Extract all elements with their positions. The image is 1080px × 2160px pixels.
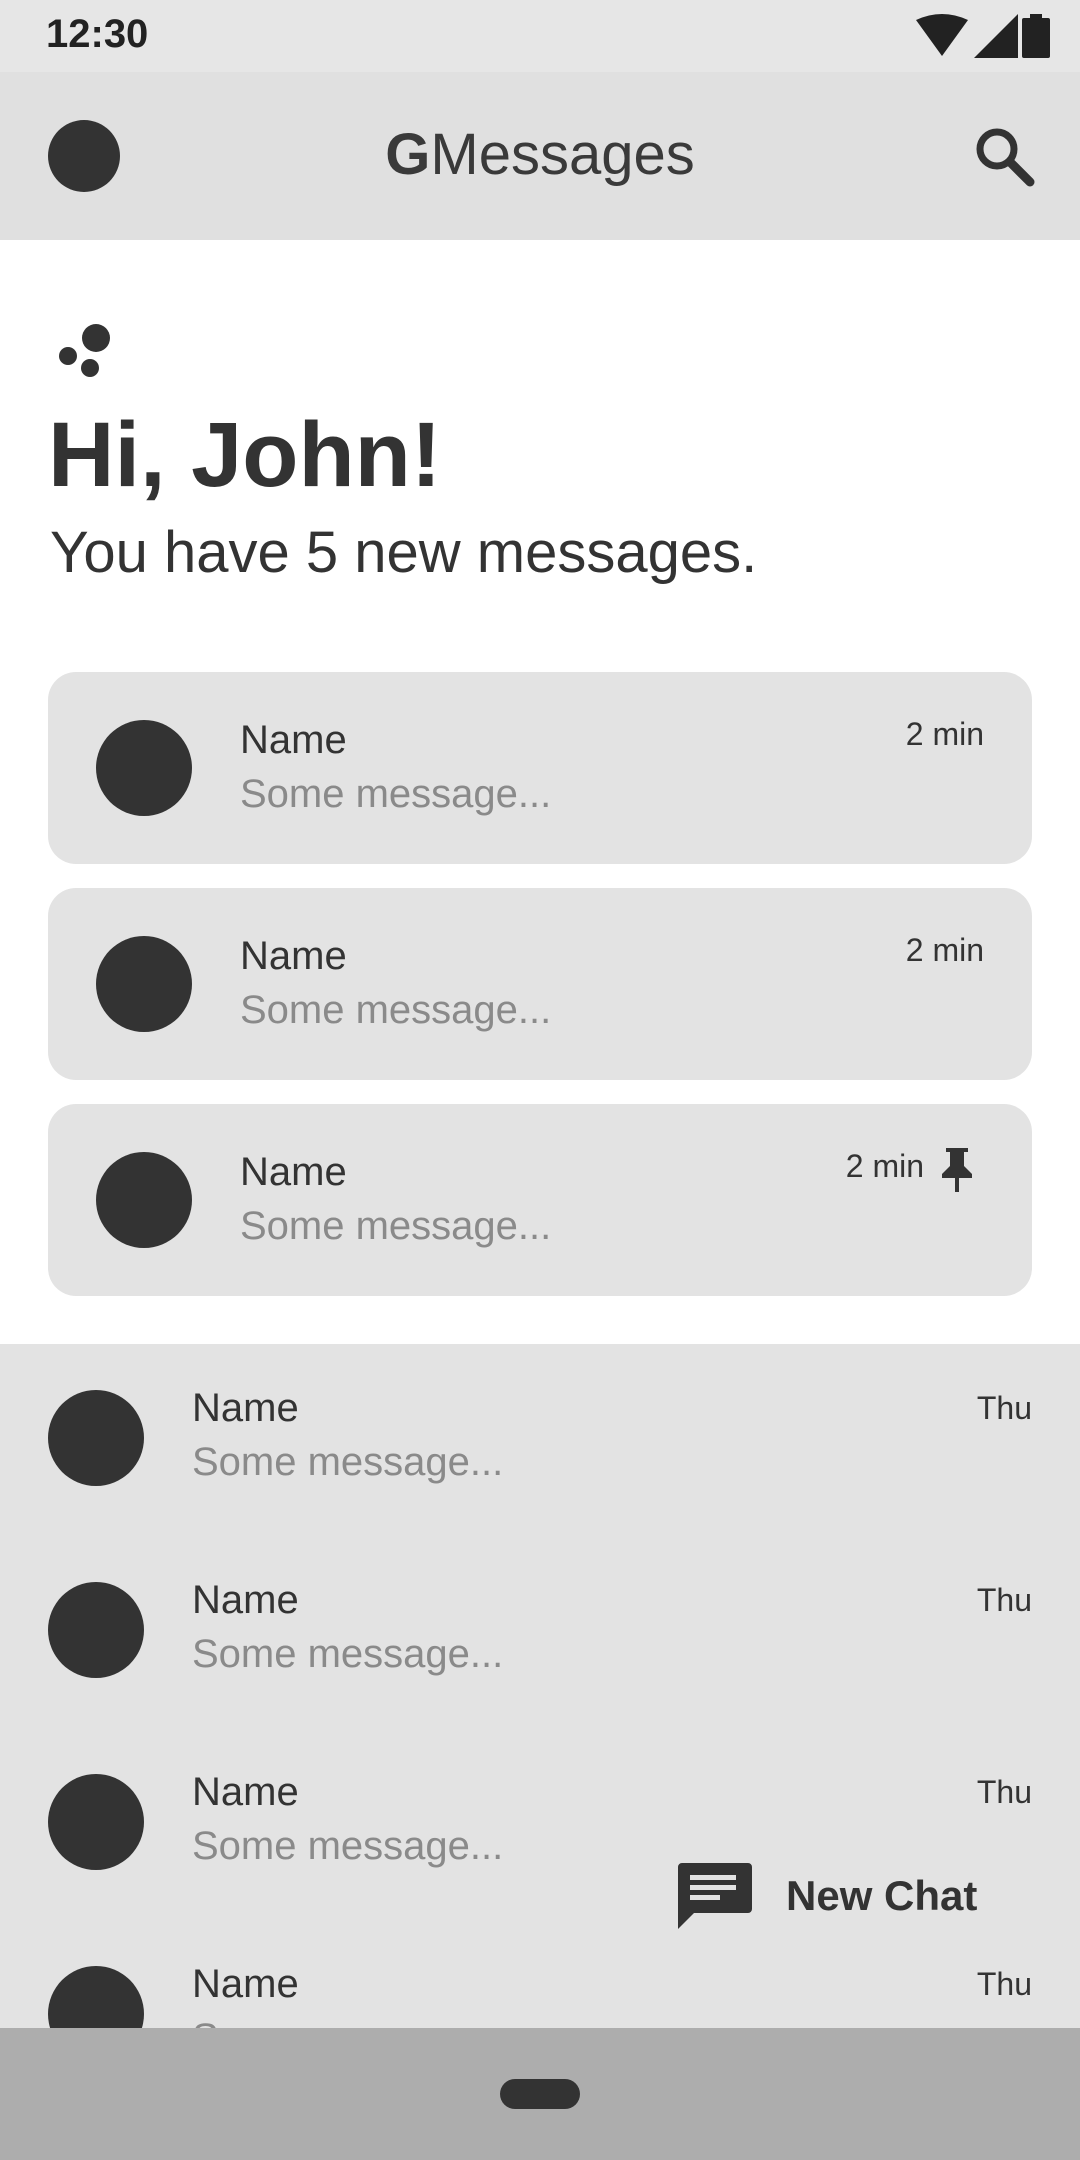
- avatar: [96, 720, 192, 816]
- contact-name: Name: [192, 1578, 299, 1622]
- app-logo-g: G: [385, 122, 431, 187]
- message-card[interactable]: Name Some message... 2 min: [48, 1104, 1032, 1296]
- message-time: Thu: [976, 1966, 1032, 2002]
- avatar: [96, 1152, 192, 1248]
- avatar: [48, 1582, 144, 1678]
- hero-section: Hi, John! You have 5 new messages. Name …: [0, 240, 1080, 1344]
- avatar: [48, 1390, 144, 1486]
- message-preview: Some message...: [240, 772, 552, 816]
- avatar: [96, 936, 192, 1032]
- list-item[interactable]: Name Some message... Thu: [0, 1344, 1080, 1536]
- avatar: [48, 1774, 144, 1870]
- message-time: Thu: [976, 1774, 1032, 1810]
- list-item[interactable]: Name Some message... Thu: [0, 1536, 1080, 1728]
- avatar: [48, 1966, 144, 2028]
- pin-icon: [942, 1148, 972, 1192]
- contact-name: Name: [192, 1770, 299, 1814]
- new-chat-button[interactable]: New Chat: [660, 1840, 1020, 1952]
- greeting-heading: Hi, John!: [48, 404, 442, 506]
- message-preview: Some message...: [240, 1204, 552, 1248]
- wifi-icon: [916, 14, 968, 56]
- contact-name: Name: [192, 1962, 299, 2006]
- message-time: 2 min: [905, 716, 984, 752]
- contact-name: Name: [240, 1150, 347, 1194]
- chat-icon: [678, 1863, 752, 1929]
- new-messages-subtitle: You have 5 new messages.: [50, 520, 758, 585]
- message-preview: Some message...: [192, 1824, 504, 1868]
- message-card[interactable]: Name Some message... 2 min: [48, 672, 1032, 864]
- message-time: 2 min: [845, 1148, 924, 1184]
- contact-name: Name: [240, 934, 347, 978]
- app-title: GMessages: [0, 120, 1080, 190]
- contact-name: Name: [192, 1386, 299, 1430]
- message-preview: Some message...: [192, 1440, 504, 1484]
- contact-name: Name: [240, 718, 347, 762]
- home-handle[interactable]: [500, 2079, 580, 2109]
- app-bar: GMessages: [0, 72, 1080, 240]
- battery-icon: [1022, 14, 1050, 58]
- app-title-text: Messages: [430, 122, 695, 187]
- status-bar: 12:30: [0, 0, 1080, 72]
- message-time: 2 min: [905, 932, 984, 968]
- message-time: Thu: [976, 1582, 1032, 1618]
- message-card[interactable]: Name Some message... 2 min: [48, 888, 1032, 1080]
- cell-signal-icon: [974, 14, 1018, 58]
- message-preview: Some message...: [240, 988, 552, 1032]
- new-chat-label: New Chat: [786, 1872, 978, 1919]
- search-icon[interactable]: [970, 122, 1040, 192]
- assistant-dots-icon: [59, 324, 110, 377]
- message-preview: Some message...: [192, 1632, 504, 1676]
- status-time: 12:30: [46, 12, 149, 56]
- messages-screen: 12:30 GMessages Hi, John! You have 5 new…: [0, 0, 1080, 2160]
- status-icons: [916, 14, 1050, 58]
- system-nav-bar: [0, 2028, 1080, 2160]
- message-time: Thu: [976, 1390, 1032, 1426]
- message-preview: Some message...: [192, 2016, 503, 2028]
